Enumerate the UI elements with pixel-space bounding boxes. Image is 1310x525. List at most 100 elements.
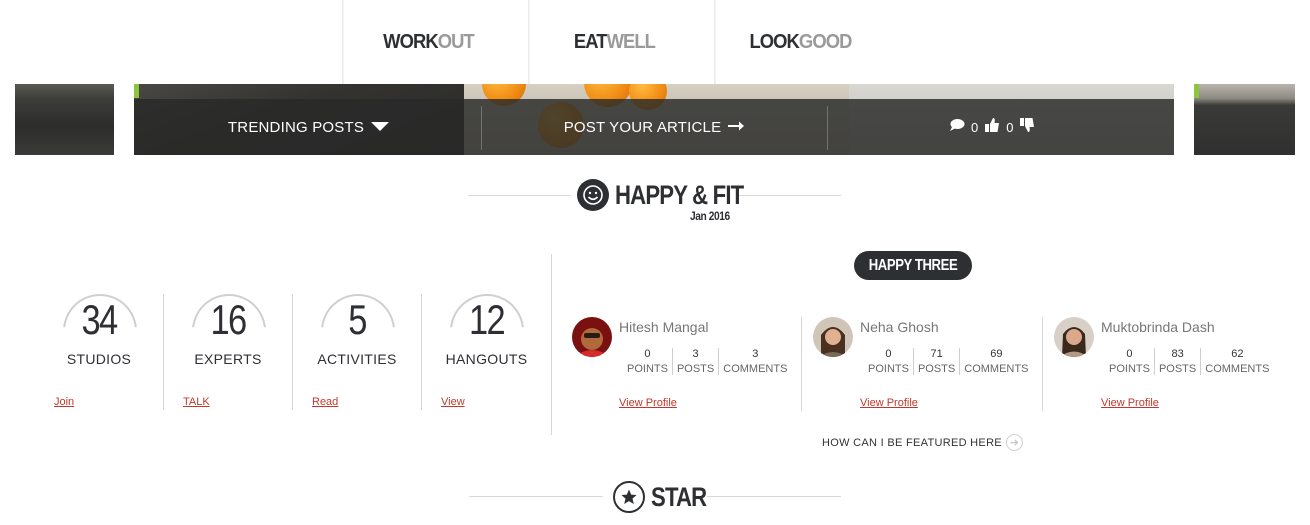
- tab-eatwell-dark: EAT: [573, 30, 608, 53]
- comments-value: 69: [990, 348, 1003, 360]
- stat-studios: 34 STUDIOS Join: [35, 294, 164, 410]
- profile-stats: 0 POINTS 83 POSTS 62 COMMENTS: [1105, 348, 1273, 375]
- divider: [551, 254, 552, 435]
- page: WORK OUT EAT WELL LOOK GOOD TRENDING POSTS: [0, 0, 1310, 525]
- points-value: 0: [644, 348, 651, 360]
- posts-value: 83: [1171, 348, 1184, 360]
- divider: [707, 496, 841, 497]
- tab-eatwell-light: WELL: [606, 30, 656, 53]
- posts-label: POSTS: [917, 363, 956, 375]
- comments-value: 62: [1231, 348, 1244, 360]
- thumbs-down-icon[interactable]: [1019, 117, 1035, 137]
- community-stats: 34 STUDIOS Join 16 EXPERTS TALK 5 ACTIVI…: [35, 294, 551, 410]
- profile-card: Hitesh Mangal 0 POINTS 3 POSTS 3 COMMENTS V…: [561, 317, 802, 411]
- profile-posts: 83 POSTS: [1155, 348, 1202, 375]
- points-label: POINTS: [1109, 363, 1150, 375]
- trending-posts-button[interactable]: TRENDING POSTS: [144, 99, 474, 155]
- divider: [827, 106, 828, 150]
- section-heading: HAPPY & FIT: [577, 179, 772, 211]
- category-nav: WORK OUT EAT WELL LOOK GOOD: [335, 0, 895, 84]
- accent-bar: [1194, 84, 1199, 98]
- profile-comments: 69 COMMENTS: [960, 348, 1032, 375]
- slide-image: [1194, 84, 1295, 155]
- happy-three-title: HAPPY THREE: [868, 256, 958, 274]
- featured-label: HOW CAN I BE FEATURED HERE: [822, 436, 1002, 449]
- comments-count: 0: [971, 119, 979, 135]
- likes-count: 0: [1006, 119, 1014, 135]
- avatar[interactable]: [1054, 317, 1094, 357]
- featured-banner: TRENDING POSTS POST YOUR ARTICLE 0 0: [134, 84, 1174, 155]
- comments-label: COMMENTS: [1205, 363, 1270, 375]
- tab-workout-light: OUT: [437, 30, 475, 53]
- stat-value: 12: [468, 296, 506, 343]
- profile-points: 0 POINTS: [623, 348, 673, 375]
- comment-icon[interactable]: [949, 118, 965, 136]
- happy-three-list: Hitesh Mangal 0 POINTS 3 POSTS 3 COMMENTS V…: [561, 317, 1284, 411]
- avatar[interactable]: [572, 317, 612, 357]
- slide-image: [15, 84, 114, 155]
- join-link[interactable]: Join: [54, 396, 74, 408]
- comments-label: COMMENTS: [723, 363, 788, 375]
- section-date: Jan 2016: [690, 209, 730, 223]
- stat-value: 5: [348, 296, 367, 343]
- tab-lookgood[interactable]: LOOK GOOD: [714, 0, 885, 84]
- points-value: 0: [885, 348, 892, 360]
- view-profile-link[interactable]: View Profile: [1101, 397, 1159, 409]
- tab-eatwell[interactable]: EAT WELL: [528, 0, 699, 84]
- accent-bar: [134, 84, 139, 98]
- divider: [469, 496, 603, 497]
- avatar[interactable]: [813, 317, 853, 357]
- arrow-right-icon: [727, 119, 745, 135]
- profile-comments: 3 COMMENTS: [719, 348, 791, 375]
- stat-value: 16: [210, 296, 247, 343]
- section-title: HAPPY & FIT: [615, 179, 744, 210]
- profile-points: 0 POINTS: [864, 348, 914, 375]
- trending-posts-label: TRENDING POSTS: [227, 118, 365, 136]
- talk-link[interactable]: TALK: [183, 396, 210, 408]
- featured-link[interactable]: HOW CAN I BE FEATURED HERE ➜: [822, 434, 1023, 451]
- comments-label: COMMENTS: [964, 363, 1029, 375]
- carousel-next-slide[interactable]: [1194, 84, 1295, 155]
- stat-label: HANGOUTS: [445, 351, 528, 367]
- stat-experts: 16 EXPERTS TALK: [164, 294, 293, 410]
- view-profile-link[interactable]: View Profile: [860, 397, 918, 409]
- profile-posts: 71 POSTS: [914, 348, 961, 375]
- posts-label: POSTS: [1158, 363, 1197, 375]
- posts-value: 71: [930, 348, 943, 360]
- profile-card: Neha Ghosh 0 POINTS 71 POSTS 69 COMMENTS Vi…: [802, 317, 1043, 411]
- points-value: 0: [1126, 348, 1133, 360]
- tab-workout-dark: WORK: [383, 30, 439, 53]
- smiley-icon: [577, 179, 609, 211]
- view-profile-link[interactable]: View Profile: [619, 397, 677, 409]
- points-label: POINTS: [868, 363, 909, 375]
- profile-stats: 0 POINTS 3 POSTS 3 COMMENTS: [623, 348, 791, 375]
- profile-points: 0 POINTS: [1105, 348, 1155, 375]
- post-article-label: POST YOUR ARTICLE: [563, 118, 722, 136]
- thumbs-up-icon[interactable]: [984, 117, 1000, 137]
- banner-social: 0 0: [949, 99, 1035, 155]
- tab-lookgood-light: GOOD: [798, 30, 852, 53]
- divider: [468, 195, 571, 196]
- profile-name[interactable]: Muktobrinda Dash: [1101, 319, 1215, 335]
- profile-name[interactable]: Hitesh Mangal: [619, 319, 709, 335]
- arrow-circle-icon: ➜: [1005, 434, 1023, 451]
- stat-label: STUDIOS: [66, 351, 132, 367]
- stat-value: 34: [81, 296, 118, 343]
- comments-value: 3: [752, 348, 759, 360]
- caret-down-icon: [370, 119, 390, 135]
- post-article-button[interactable]: POST YOUR ARTICLE: [482, 99, 827, 155]
- tab-workout[interactable]: WORK OUT: [342, 0, 513, 84]
- tab-lookgood-dark: LOOK: [749, 30, 799, 53]
- profile-name[interactable]: Neha Ghosh: [860, 319, 939, 335]
- profile-stats: 0 POINTS 71 POSTS 69 COMMENTS: [864, 348, 1032, 375]
- read-link[interactable]: Read: [312, 396, 338, 408]
- stat-label: ACTIVITIES: [317, 351, 397, 367]
- carousel-prev-slide[interactable]: [15, 84, 114, 155]
- profile-card: Muktobrinda Dash 0 POINTS 83 POSTS 62 COMME…: [1043, 317, 1284, 411]
- posts-label: POSTS: [676, 363, 715, 375]
- view-link[interactable]: View: [441, 396, 465, 408]
- points-label: POINTS: [627, 363, 668, 375]
- star-section-title: STAR: [651, 481, 707, 512]
- profile-posts: 3 POSTS: [673, 348, 720, 375]
- profile-comments: 62 COMMENTS: [1201, 348, 1273, 375]
